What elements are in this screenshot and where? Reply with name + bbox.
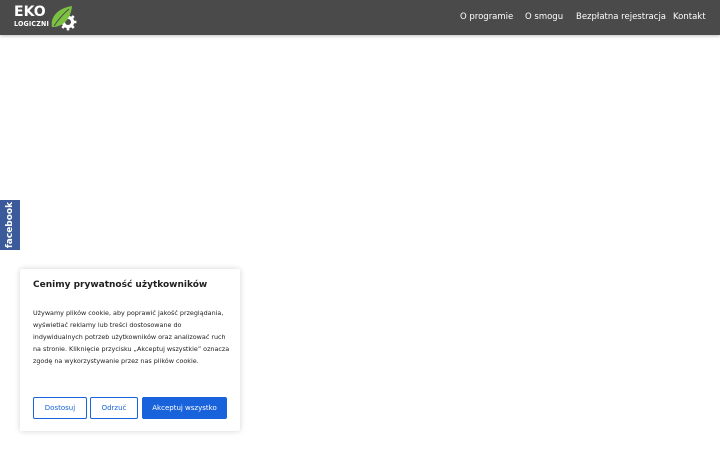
- logo-subtitle: LOGICZNI: [14, 20, 50, 28]
- reject-button[interactable]: Odrzuć: [90, 397, 138, 419]
- nav-item-bezplatna-rejestracja[interactable]: Bezpłatna rejestracja: [576, 12, 666, 22]
- cookie-consent-dialog: Cenimy prywatność użytkowników Używamy p…: [20, 269, 240, 431]
- cookie-title: Cenimy prywatność użytkowników: [33, 280, 208, 290]
- leaf-gear-icon: [51, 6, 77, 31]
- cookie-description: Używamy plików cookie, aby poprawić jako…: [33, 309, 230, 366]
- accept-all-button[interactable]: Akceptuj wszystko: [142, 397, 227, 419]
- nav-item-o-programie[interactable]: O programie: [460, 12, 513, 22]
- page: EKO LOGICZNI O programie O smogu Bezpłat…: [0, 0, 720, 450]
- site-header: EKO LOGICZNI O programie O smogu Bezpłat…: [0, 0, 720, 35]
- site-logo[interactable]: EKO LOGICZNI: [14, 5, 78, 31]
- nav-item-kontakt[interactable]: Kontakt: [673, 12, 706, 22]
- facebook-label: facebook: [5, 201, 15, 249]
- customize-button[interactable]: Dostosuj: [33, 397, 87, 419]
- nav-item-o-smogu[interactable]: O smogu: [525, 12, 563, 22]
- facebook-side-tab[interactable]: facebook: [0, 200, 20, 250]
- logo-title: EKO: [14, 4, 46, 20]
